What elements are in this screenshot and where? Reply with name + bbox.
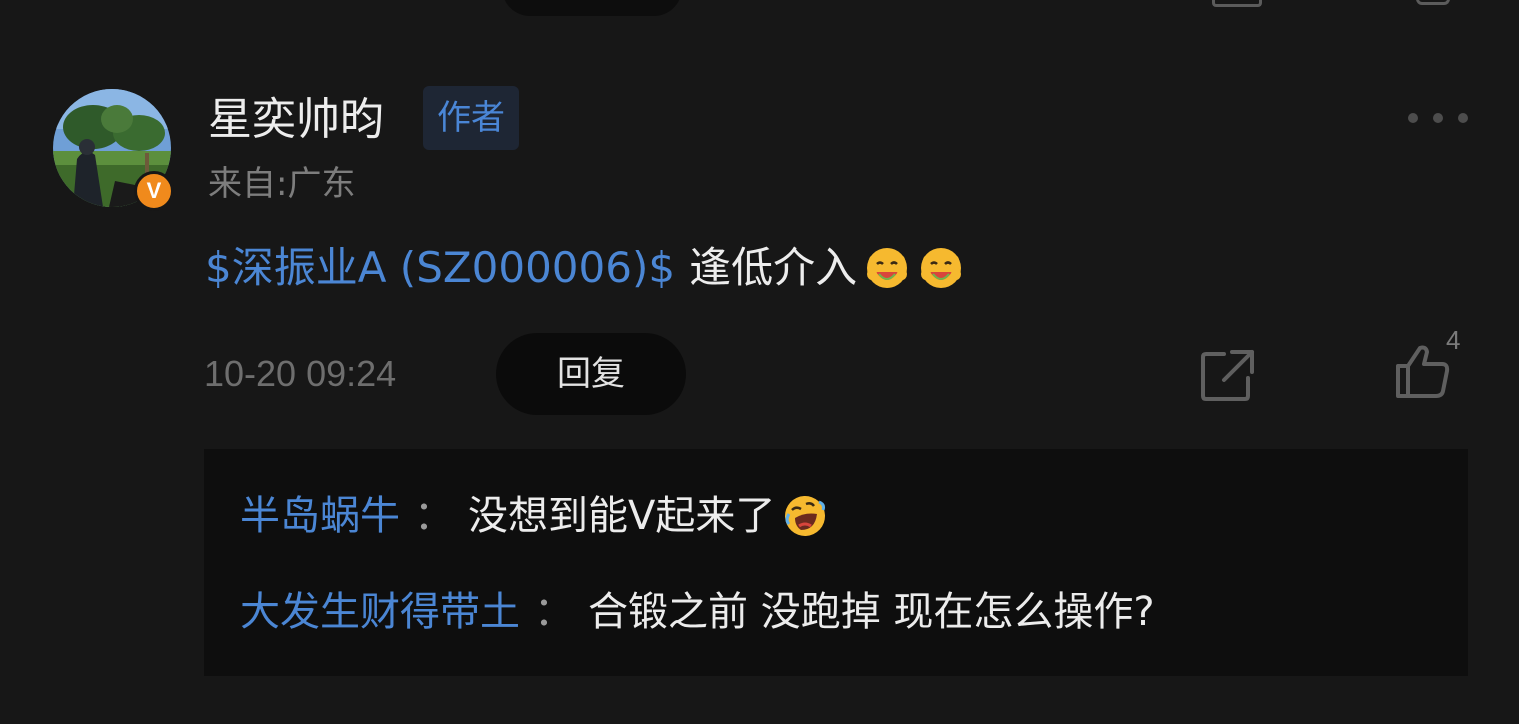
reply-item[interactable]: 大发生财得带土 ： 合锻之前 没跑掉 现在怎么操作? [240, 584, 1155, 640]
comment-timestamp: 10-20 09:24 [204, 353, 397, 394]
reply-separator: ： [414, 493, 454, 539]
reply-button[interactable]: 回复 [496, 333, 686, 415]
share-icon[interactable] [1198, 346, 1258, 404]
replies-box[interactable] [204, 449, 1468, 676]
reply-author[interactable]: 大发生财得带土 [240, 584, 520, 640]
reply-content: 没想到能V起来了 [468, 493, 776, 539]
previous-like-icon[interactable] [1416, 0, 1450, 5]
reply-item[interactable]: 半岛蜗牛 ： 没想到能V起来了 [240, 488, 829, 544]
previous-reply-button[interactable] [502, 0, 682, 16]
comment-text: $深振业A (SZ000006)$ 逢低介入 [205, 238, 965, 298]
hungry-face-emoji [867, 248, 908, 288]
more-options-icon[interactable] [1408, 104, 1468, 132]
rolling-laugh-emoji [785, 496, 826, 536]
previous-share-icon[interactable] [1212, 0, 1262, 7]
dot [1433, 113, 1443, 123]
username[interactable]: 星奕帅昀 [208, 92, 384, 148]
reply-separator: ： [534, 589, 574, 635]
location-label: 来自:广东 [208, 164, 356, 204]
like-count: 4 [1446, 325, 1461, 355]
dot [1458, 113, 1468, 123]
comment-body: 逢低介入 [689, 243, 858, 292]
comment-page: V 星奕帅昀 作者 来自:广东 $深振业A (SZ000006)$ 逢低介入 1… [0, 0, 1519, 724]
verified-badge-icon: V [134, 171, 174, 211]
stock-link[interactable]: $深振业A (SZ000006)$ [205, 238, 675, 298]
reply-author[interactable]: 半岛蜗牛 [240, 488, 400, 544]
author-tag: 作者 [423, 86, 519, 150]
hungry-face-emoji [921, 248, 962, 288]
thumbs-up-icon[interactable] [1392, 340, 1454, 402]
reply-content: 合锻之前 没跑掉 现在怎么操作? [588, 589, 1155, 635]
dot [1408, 113, 1418, 123]
